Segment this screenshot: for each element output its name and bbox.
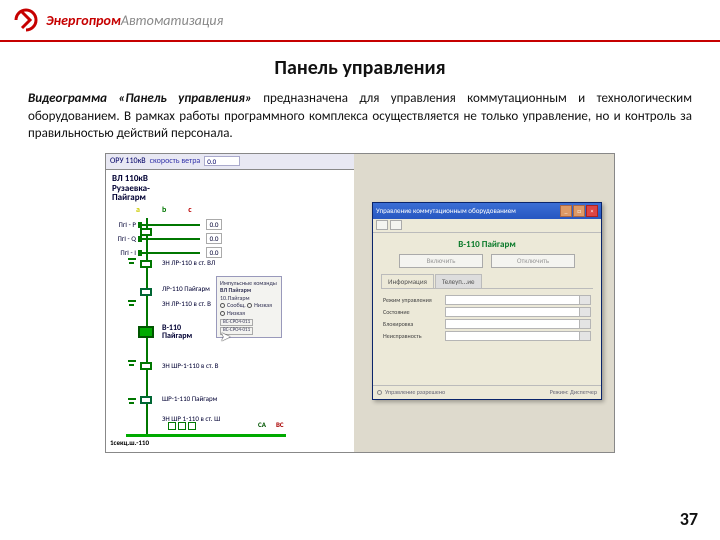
field-label: Неисправность <box>383 332 445 340</box>
brand-part2: Автоматизация <box>121 12 223 29</box>
bus-line <box>140 252 200 254</box>
turn-on-button[interactable]: Включить <box>399 254 483 268</box>
breaker-symbol[interactable] <box>138 326 154 338</box>
cursor-icon: ➤ <box>220 330 231 345</box>
busbar <box>126 434 286 437</box>
page-title: Панель управления <box>0 56 720 80</box>
node-label: ЗН ЛР-110 в ст. В <box>162 299 211 308</box>
field-label: Режим управления <box>383 296 445 304</box>
status-bullet-icon <box>377 390 382 395</box>
toolbar-button[interactable] <box>390 220 402 230</box>
dropdown[interactable] <box>445 331 591 341</box>
page-header: ЭнергопромАвтоматизация <box>0 0 720 42</box>
device-name: В-110 Пайгарм <box>381 239 593 250</box>
dialog-body: В-110 Пайгарм Включить Отключить Информа… <box>373 233 601 353</box>
phase-tag-bc: BC <box>276 420 284 429</box>
description-emphasis: Видеограмма «Панель управления» <box>28 91 252 106</box>
description: Видеограмма «Панель управления» предназн… <box>0 90 720 143</box>
dialog-toolbar <box>373 219 601 233</box>
brand-part1: Энергопром <box>46 12 121 29</box>
busbar-label: 1секц.ш.-110 <box>110 438 149 447</box>
close-icon[interactable]: × <box>586 205 598 217</box>
disconnector-symbol[interactable] <box>140 362 152 370</box>
topbar-value-box: 0.0 <box>204 156 240 166</box>
bus-line <box>140 224 200 226</box>
info-form: Режим управления Состояние Блокировка Не… <box>381 289 593 347</box>
topbar-section-label: ОРУ 110кВ <box>110 156 146 166</box>
tab-strip: Информация Телеуп...ие <box>381 274 593 289</box>
phase-tag-ca: CA <box>258 420 266 429</box>
tab-telecontrol[interactable]: Телеуп...ие <box>435 274 482 288</box>
toolbar-button[interactable] <box>376 220 388 230</box>
logo-icon <box>12 6 40 34</box>
page-number: 37 <box>680 508 698 530</box>
ground-symbol <box>128 258 136 268</box>
minimize-icon[interactable]: _ <box>560 205 572 217</box>
scada-topbar: ОРУ 110кВ скорость ветра 0.0 <box>106 154 354 170</box>
node-label: ШР-1-110 Пайгарм <box>162 394 217 403</box>
node-label: ЛР-110 Пайгарм <box>162 284 210 293</box>
disconnector-symbol[interactable] <box>140 396 152 404</box>
phase-c: c <box>188 205 191 215</box>
feeder-caption: ВЛ 110кВ Рузаевка- Пайгарм <box>112 174 348 204</box>
ground-symbol <box>128 300 136 310</box>
dialog-statusbar: Управление разрешено Режим: Диспетчер <box>373 385 601 399</box>
breaker-label: В-110Пайгарм <box>162 324 192 340</box>
dialog-title: Управление коммутационным оборудованием <box>376 206 560 215</box>
dropdown[interactable] <box>445 307 591 317</box>
scada-body: ВЛ 110кВ Рузаевка- Пайгарм a b c ПгI - P… <box>106 170 354 266</box>
topbar-hint: скорость ветра <box>150 156 201 166</box>
disconnector-symbol[interactable] <box>140 288 152 296</box>
dropdown[interactable] <box>445 319 591 329</box>
dropdown[interactable] <box>445 295 591 305</box>
control-dialog: Управление коммутационным оборудованием … <box>372 202 602 400</box>
ground-symbol <box>128 360 136 370</box>
disconnector-symbol[interactable] <box>140 260 152 268</box>
phase-a: a <box>136 205 140 215</box>
node-label: ЗН ШР-1-110 в ст. В <box>162 361 219 370</box>
node-label: ЗН ЛР-110 в ст. ВЛ <box>162 258 215 267</box>
phase-labels: a b c <box>136 205 348 215</box>
ground-symbol <box>128 398 136 408</box>
brand-text: ЭнергопромАвтоматизация <box>46 12 223 29</box>
bus-line <box>140 238 200 240</box>
switch-symbol[interactable] <box>140 228 152 236</box>
phase-b: b <box>162 205 166 215</box>
dialog-titlebar[interactable]: Управление коммутационным оборудованием … <box>373 203 601 219</box>
field-label: Состояние <box>383 308 445 316</box>
turn-off-button[interactable]: Отключить <box>491 254 575 268</box>
maximize-icon[interactable]: □ <box>573 205 585 217</box>
field-label: Блокировка <box>383 320 445 328</box>
scada-panel: ОРУ 110кВ скорость ветра 0.0 ВЛ 110кВ Ру… <box>106 154 354 452</box>
tab-info[interactable]: Информация <box>381 274 434 288</box>
screenshot-figure: ОРУ 110кВ скорость ветра 0.0 ВЛ 110кВ Ру… <box>105 153 615 453</box>
small-disconnectors <box>168 416 198 435</box>
tooltip-popup: Импульсные команды ВЛ Пайгарм 10.Пайгарм… <box>216 276 282 338</box>
